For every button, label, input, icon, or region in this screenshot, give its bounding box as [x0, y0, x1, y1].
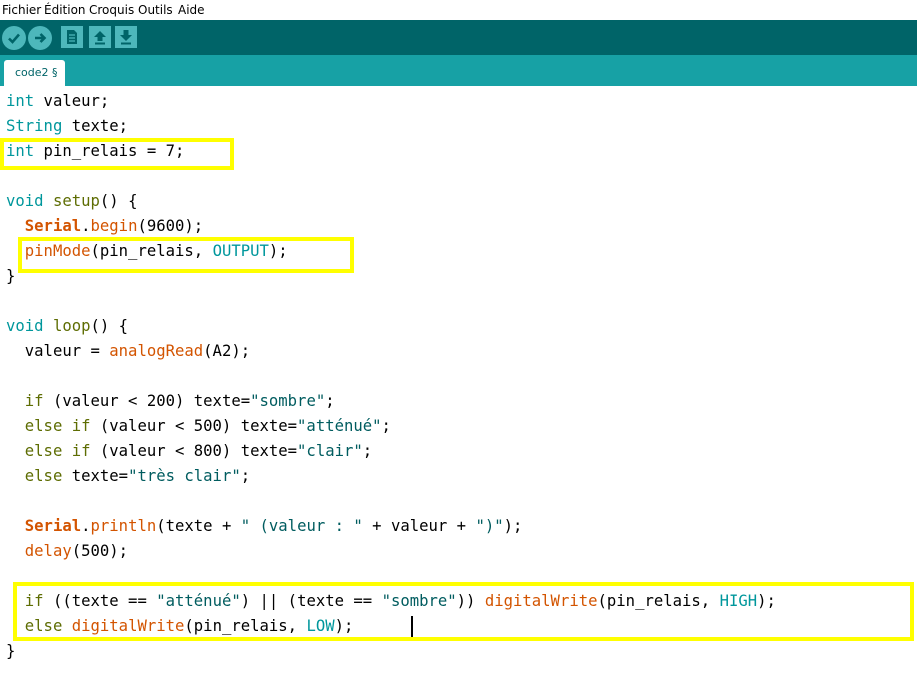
code-line-18: Serial.println(texte + " (valeur : " + v…	[6, 514, 523, 539]
keyword: int	[6, 92, 35, 110]
object-name: Serial	[24, 517, 82, 535]
code-line-16: else texte="très clair";	[6, 464, 250, 489]
function-name: delay	[24, 542, 72, 560]
menu-fichier[interactable]: Fichier	[2, 0, 41, 20]
keyword: else if	[24, 417, 91, 435]
code-line-13: if (valeur < 200) texte="sombre";	[6, 389, 335, 414]
keyword: String	[6, 117, 63, 135]
function-name: println	[90, 517, 157, 535]
code-text: (9600);	[137, 217, 204, 235]
code-text: valeur =	[6, 342, 110, 360]
highlight-box-digitalwrite	[13, 582, 914, 641]
code-text: () {	[90, 317, 129, 335]
menu-edition[interactable]: Édition	[44, 0, 86, 20]
verify-button[interactable]	[2, 26, 26, 50]
code-line-19: delay(500);	[6, 539, 128, 564]
open-arrow-up-icon	[94, 31, 106, 45]
code-text: (A2);	[203, 342, 251, 360]
code-editor[interactable]: int valeur; String texte; int pin_relais…	[0, 86, 917, 673]
tab-code2[interactable]: code2 §	[4, 60, 65, 86]
object-name: Serial	[24, 217, 82, 235]
code-text: (texte +	[156, 517, 241, 535]
new-sketch-button[interactable]	[61, 26, 83, 48]
code-text: (valeur < 200) texte=	[43, 392, 251, 410]
code-line-1: int valeur;	[6, 89, 109, 114]
code-text: .	[81, 517, 91, 535]
code-line-6: Serial.begin(9600);	[6, 214, 203, 239]
code-text: );	[503, 517, 523, 535]
upload-arrow-icon	[35, 33, 47, 43]
keyword: else	[24, 467, 63, 485]
code-text: ;	[381, 417, 391, 435]
code-line-8: }	[6, 267, 16, 285]
verify-icon	[8, 33, 20, 44]
code-line-10: void loop() {	[6, 314, 128, 339]
menu-aide[interactable]: Aide	[178, 0, 205, 20]
code-text: () {	[99, 192, 138, 210]
function-name: setup	[43, 192, 100, 210]
code-text: (valeur < 800) texte=	[90, 442, 298, 460]
keyword: void	[6, 192, 44, 210]
function-name: loop	[43, 317, 91, 335]
string-literal: "très clair"	[128, 467, 241, 485]
code-text: ;	[325, 392, 335, 410]
menu-bar: Fichier Édition Croquis Outils Aide	[0, 0, 917, 20]
code-text: texte;	[62, 117, 129, 135]
text-cursor	[411, 616, 413, 637]
string-literal: "atténué"	[297, 417, 382, 435]
highlight-box-pinmode	[18, 237, 354, 273]
code-line-15: else if (valeur < 800) texte="clair";	[6, 439, 372, 464]
code-text: ;	[362, 442, 373, 460]
string-literal: "sombre"	[250, 392, 326, 410]
code-line-23: }	[6, 642, 16, 660]
save-sketch-button[interactable]	[115, 26, 137, 48]
code-text: (valeur < 500) texte=	[90, 417, 298, 435]
string-literal: "clair"	[297, 442, 363, 460]
string-literal: " (valeur : "	[240, 517, 363, 535]
keyword: void	[6, 317, 44, 335]
string-literal: ")"	[475, 517, 504, 535]
code-line-5: void setup() {	[6, 189, 137, 214]
code-text: .	[81, 217, 91, 235]
tab-bar: code2 §	[0, 55, 917, 86]
toolbar	[0, 20, 917, 55]
code-line-2: String texte;	[6, 114, 128, 139]
code-text: + valeur +	[362, 517, 476, 535]
keyword: else if	[24, 442, 91, 460]
code-line-11: valeur = analogRead(A2);	[6, 339, 250, 364]
menu-croquis[interactable]: Croquis	[89, 0, 134, 20]
menu-outils[interactable]: Outils	[138, 0, 173, 20]
save-arrow-down-icon	[120, 30, 132, 45]
keyword: if	[24, 392, 44, 410]
open-sketch-button[interactable]	[89, 26, 111, 48]
code-line-14: else if (valeur < 500) texte="atténué";	[6, 414, 391, 439]
code-text: valeur;	[34, 92, 110, 110]
code-text: texte=	[62, 467, 129, 485]
code-text: ;	[240, 467, 251, 485]
new-file-icon	[67, 30, 77, 44]
function-name: analogRead	[109, 342, 204, 360]
function-name: begin	[90, 217, 138, 235]
code-text: (500);	[71, 542, 129, 560]
highlight-box-pin-declaration	[0, 138, 234, 170]
upload-button[interactable]	[28, 26, 52, 50]
